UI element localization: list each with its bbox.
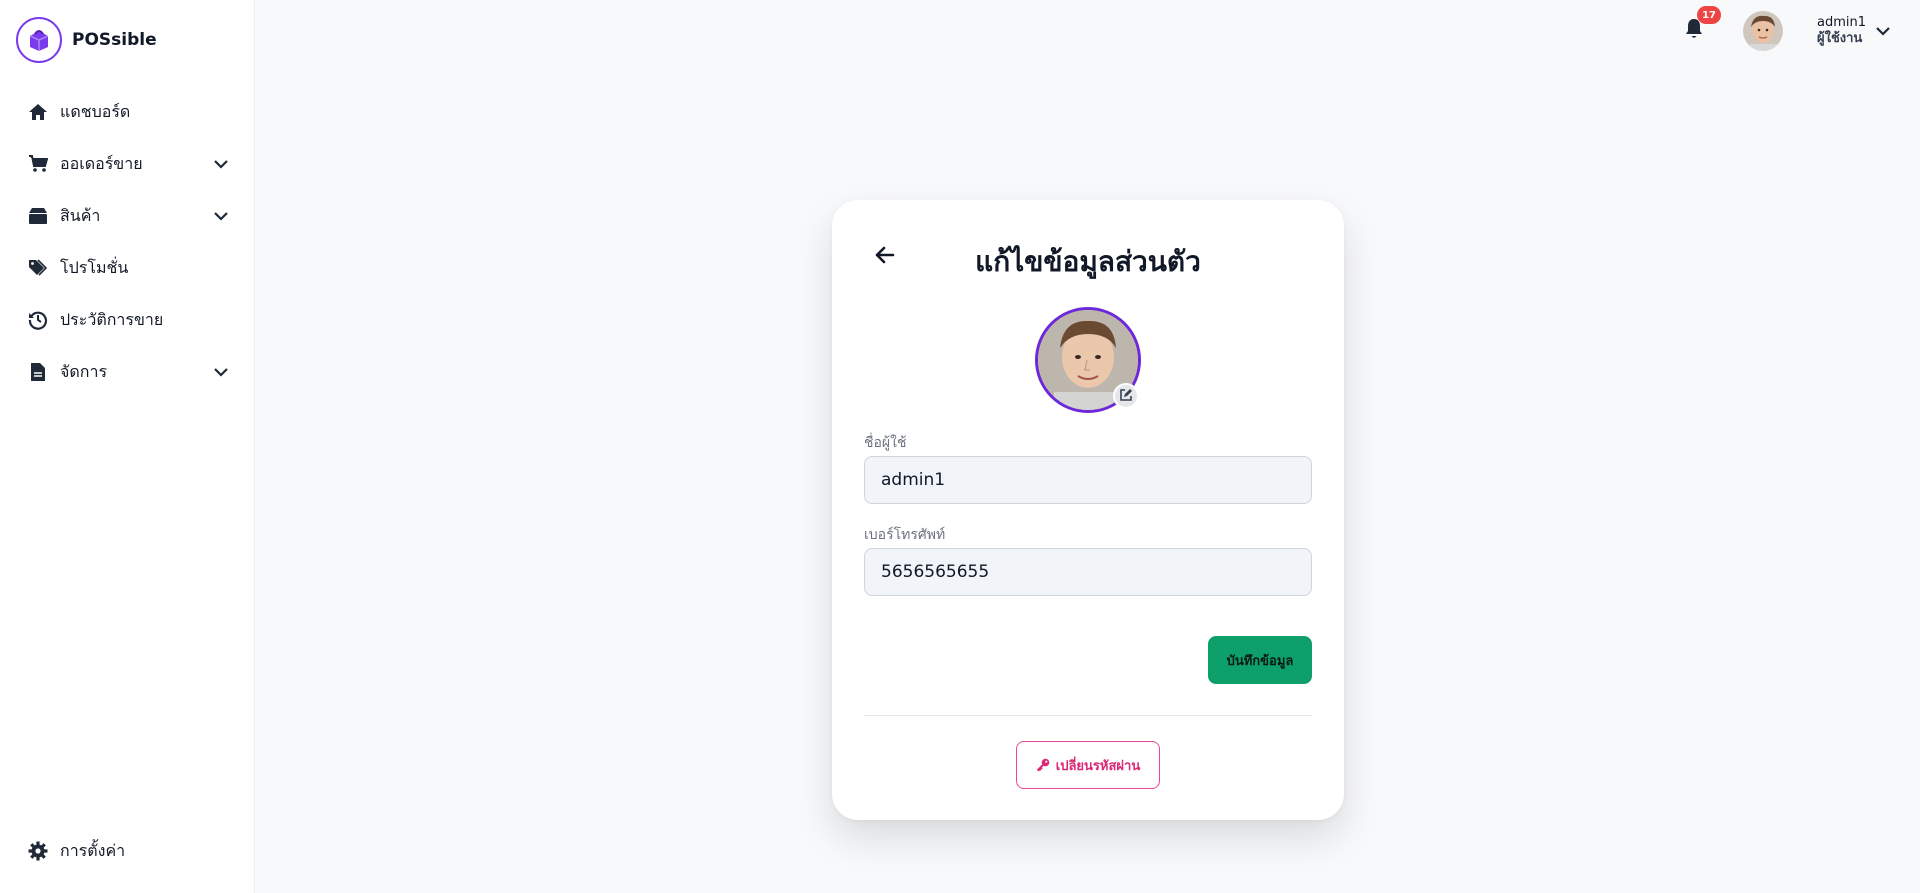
sidebar-item-label: โปรโมชั่น [60, 257, 129, 277]
sidebar-item-label: สินค้า [60, 205, 101, 225]
shopping-bag-icon [16, 17, 62, 63]
sidebar-item-sales-history[interactable]: ประวัติการขาย [0, 294, 254, 346]
chevron-down-icon[interactable] [212, 363, 230, 381]
sidebar-item-label: ออเดอร์ขาย [60, 153, 143, 173]
brand[interactable]: POSsible [0, 0, 254, 80]
topbar: 17 admin1 ผู้ใช้งาน [1681, 6, 1892, 54]
sidebar-item-label: ประวัติการขาย [60, 309, 164, 329]
sidebar-item-products[interactable]: สินค้า [0, 190, 254, 242]
sidebar-item-label: แดชบอร์ด [60, 101, 131, 121]
file-icon [27, 361, 49, 383]
gear-icon [27, 840, 49, 862]
change-password-button[interactable]: เปลี่ยนรหัสผ่าน [1016, 741, 1160, 789]
chevron-down-icon[interactable] [1874, 22, 1892, 40]
user-menu[interactable]: admin1 ผู้ใช้งาน [1817, 15, 1866, 47]
user-role: ผู้ใช้งาน [1816, 31, 1863, 46]
profile-avatar[interactable] [1035, 307, 1141, 413]
sidebar-item-manage[interactable]: จัดการ [0, 346, 254, 398]
username-field[interactable] [864, 456, 1312, 504]
sidebar-item-promotions[interactable]: โปรโมชั่น [0, 242, 254, 294]
page-title: แก้ไขข้อมูลส่วนตัว [975, 245, 1201, 278]
key-icon [1036, 758, 1050, 772]
history-icon [27, 309, 49, 331]
sidebar-item-dashboard[interactable]: แดชบอร์ด [0, 86, 254, 138]
edit-avatar-button[interactable] [1113, 383, 1139, 409]
home-icon [27, 101, 49, 123]
avatar[interactable] [1742, 11, 1783, 51]
sidebar: POSsible แดชบอร์ด ออเดอร์ขาย สินค้า โปรโ… [0, 0, 255, 893]
divider [864, 715, 1312, 716]
user-name: admin1 [1816, 15, 1866, 30]
brand-name: POSsible [72, 30, 157, 50]
tags-icon [27, 257, 49, 279]
save-button[interactable]: บันทึกข้อมูล [1208, 636, 1312, 684]
change-password-label: เปลี่ยนรหัสผ่าน [1055, 758, 1141, 774]
sidebar-item-sales-orders[interactable]: ออเดอร์ขาย [0, 138, 254, 190]
sidebar-item-settings[interactable]: การตั้งค่า [0, 825, 255, 877]
phone-field[interactable] [864, 548, 1312, 596]
username-label: ชื่อผู้ใช้ [864, 435, 907, 451]
notification-button[interactable]: 17 [1681, 6, 1721, 44]
sidebar-item-label: การตั้งค่า [60, 840, 126, 860]
chevron-down-icon[interactable] [212, 207, 230, 225]
chevron-down-icon[interactable] [212, 155, 230, 173]
cart-icon [27, 153, 49, 175]
sidebar-item-label: จัดการ [60, 361, 108, 381]
box-icon [27, 205, 49, 227]
phone-label: เบอร์โทรศัพท์ [864, 527, 946, 543]
profile-card: แก้ไขข้อมูลส่วนตัว ชื่อผู้ใช้ เบอร์โทรศั… [832, 200, 1344, 820]
notification-badge: 17 [1697, 6, 1721, 24]
edit-icon [1119, 387, 1133, 406]
sidebar-nav: แดชบอร์ด ออเดอร์ขาย สินค้า โปรโมชั่น ประ… [0, 86, 254, 398]
